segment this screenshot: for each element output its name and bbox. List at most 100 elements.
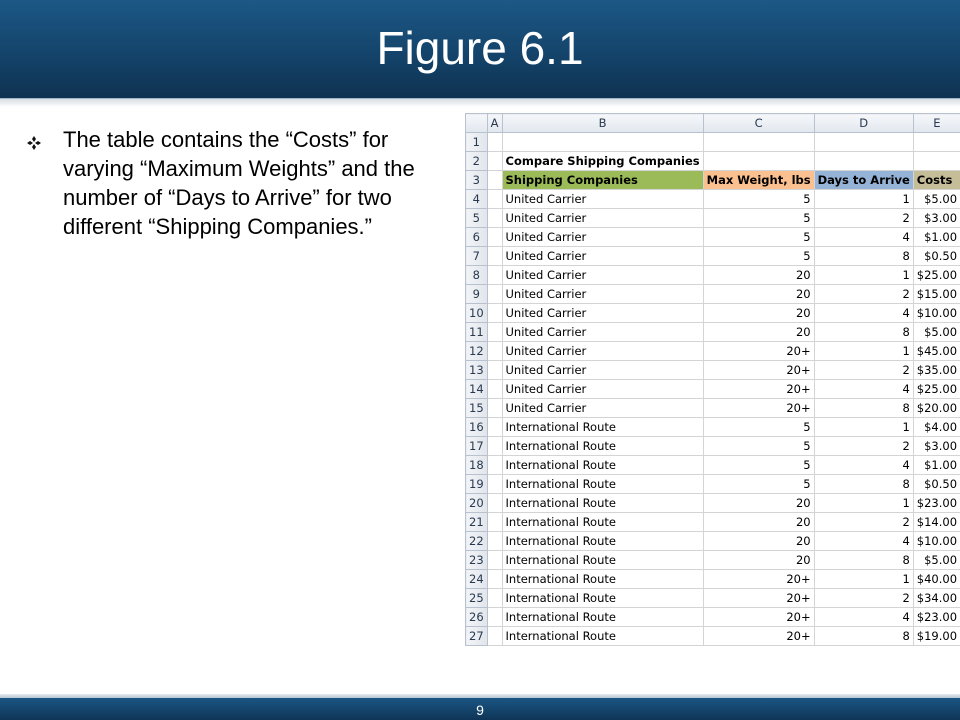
cell-cost[interactable]: $3.00 xyxy=(912,208,960,228)
cell-max-weight[interactable]: 20 xyxy=(702,284,815,304)
cell-days[interactable]: 1 xyxy=(813,189,914,209)
cell-max-weight[interactable]: 20+ xyxy=(702,607,815,627)
cell-cost[interactable]: $23.00 xyxy=(912,607,960,627)
row-number[interactable]: 20 xyxy=(465,493,488,513)
cell[interactable] xyxy=(501,132,704,152)
cell-company[interactable]: International Route xyxy=(501,455,704,475)
row-number[interactable]: 27 xyxy=(465,626,488,646)
cell-cost[interactable]: $5.00 xyxy=(912,189,960,209)
cell-days[interactable]: 2 xyxy=(813,208,914,228)
cell-max-weight[interactable]: 20 xyxy=(702,265,815,285)
cell[interactable] xyxy=(813,132,914,152)
cell[interactable] xyxy=(486,322,503,342)
row-number[interactable]: 25 xyxy=(465,588,488,608)
header-costs[interactable]: Costs xyxy=(912,170,960,190)
cell[interactable] xyxy=(486,493,503,513)
cell-cost[interactable]: $35.00 xyxy=(912,360,960,380)
cell-company[interactable]: United Carrier xyxy=(501,189,704,209)
cell[interactable] xyxy=(486,246,503,266)
cell-company[interactable]: United Carrier xyxy=(501,398,704,418)
row-number[interactable]: 12 xyxy=(465,341,488,361)
cell[interactable] xyxy=(486,227,503,247)
cell[interactable] xyxy=(486,379,503,399)
cell-max-weight[interactable]: 20+ xyxy=(702,398,815,418)
cell-max-weight[interactable]: 5 xyxy=(702,208,815,228)
cell-cost[interactable]: $23.00 xyxy=(912,493,960,513)
cell-max-weight[interactable]: 5 xyxy=(702,474,815,494)
row-number[interactable]: 9 xyxy=(465,284,488,304)
cell[interactable] xyxy=(813,151,914,171)
cell-company[interactable]: International Route xyxy=(501,550,704,570)
cell-cost[interactable]: $1.00 xyxy=(912,455,960,475)
cell[interactable] xyxy=(486,474,503,494)
cell[interactable] xyxy=(702,132,815,152)
cell-cost[interactable]: $1.00 xyxy=(912,227,960,247)
column-header-e[interactable]: E xyxy=(912,113,960,133)
cell-days[interactable]: 4 xyxy=(813,227,914,247)
row-number[interactable]: 23 xyxy=(465,550,488,570)
cell-cost[interactable]: $5.00 xyxy=(912,550,960,570)
cell-days[interactable]: 2 xyxy=(813,284,914,304)
cell-cost[interactable]: $3.00 xyxy=(912,436,960,456)
row-number[interactable]: 22 xyxy=(465,531,488,551)
row-number[interactable]: 5 xyxy=(465,208,488,228)
row-number[interactable]: 11 xyxy=(465,322,488,342)
cell-days[interactable]: 2 xyxy=(813,436,914,456)
cell-max-weight[interactable]: 5 xyxy=(702,455,815,475)
cell-days[interactable]: 8 xyxy=(813,246,914,266)
cell-days[interactable]: 4 xyxy=(813,455,914,475)
cell-company[interactable]: United Carrier xyxy=(501,379,704,399)
cell-company[interactable]: United Carrier xyxy=(501,246,704,266)
cell-days[interactable]: 8 xyxy=(813,322,914,342)
cell-max-weight[interactable]: 20 xyxy=(702,303,815,323)
cell-company[interactable]: United Carrier xyxy=(501,303,704,323)
cell-days[interactable]: 8 xyxy=(813,398,914,418)
cell-cost[interactable]: $0.50 xyxy=(912,246,960,266)
cell[interactable] xyxy=(486,531,503,551)
cell-cost[interactable]: $10.00 xyxy=(912,531,960,551)
cell-company[interactable]: International Route xyxy=(501,436,704,456)
cell-max-weight[interactable]: 5 xyxy=(702,189,815,209)
cell-days[interactable]: 4 xyxy=(813,531,914,551)
row-number[interactable]: 2 xyxy=(465,151,488,171)
cell-max-weight[interactable]: 20 xyxy=(702,493,815,513)
cell-days[interactable]: 4 xyxy=(813,607,914,627)
row-number[interactable]: 16 xyxy=(465,417,488,437)
cell-company[interactable]: International Route xyxy=(501,588,704,608)
cell[interactable] xyxy=(486,189,503,209)
cell-company[interactable]: International Route xyxy=(501,626,704,646)
cell-company[interactable]: International Route xyxy=(501,417,704,437)
cell[interactable] xyxy=(486,550,503,570)
cell-cost[interactable]: $25.00 xyxy=(912,379,960,399)
cell[interactable] xyxy=(486,455,503,475)
column-header-a[interactable]: A xyxy=(486,113,503,133)
cell[interactable] xyxy=(912,151,960,171)
cell-days[interactable]: 4 xyxy=(813,379,914,399)
cell-max-weight[interactable]: 20 xyxy=(702,550,815,570)
cell-cost[interactable]: $20.00 xyxy=(912,398,960,418)
cell-days[interactable]: 1 xyxy=(813,493,914,513)
cell-company[interactable]: United Carrier xyxy=(501,284,704,304)
cell-company[interactable]: United Carrier xyxy=(501,341,704,361)
cell-company[interactable]: United Carrier xyxy=(501,360,704,380)
cell-cost[interactable]: $34.00 xyxy=(912,588,960,608)
cell-cost[interactable]: $4.00 xyxy=(912,417,960,437)
cell-days[interactable]: 4 xyxy=(813,303,914,323)
row-number[interactable]: 26 xyxy=(465,607,488,627)
cell-max-weight[interactable]: 5 xyxy=(702,246,815,266)
cell-cost[interactable]: $15.00 xyxy=(912,284,960,304)
cell-company[interactable]: International Route xyxy=(501,607,704,627)
cell-max-weight[interactable]: 20+ xyxy=(702,341,815,361)
row-number[interactable]: 1 xyxy=(465,132,488,152)
cell-cost[interactable]: $19.00 xyxy=(912,626,960,646)
column-header-b[interactable]: B xyxy=(501,113,704,133)
cell-days[interactable]: 8 xyxy=(813,474,914,494)
header-max-weight[interactable]: Max Weight, lbs xyxy=(702,170,815,190)
cell-company[interactable]: United Carrier xyxy=(501,265,704,285)
cell[interactable] xyxy=(486,303,503,323)
cell-company[interactable]: International Route xyxy=(501,569,704,589)
row-number[interactable]: 13 xyxy=(465,360,488,380)
cell[interactable] xyxy=(486,417,503,437)
row-number[interactable]: 8 xyxy=(465,265,488,285)
row-number[interactable]: 7 xyxy=(465,246,488,266)
